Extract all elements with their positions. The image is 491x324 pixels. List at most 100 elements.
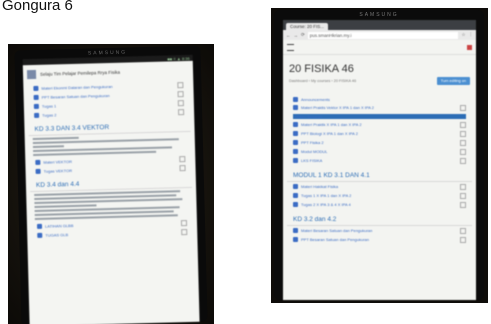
list-item[interactable]: Announcements [283, 95, 476, 103]
file-icon [293, 149, 298, 154]
caption: Gongura 6 [2, 0, 73, 14]
hamburger-icon[interactable] [287, 43, 294, 51]
url-input[interactable]: pus.smanHkrian.my.i [307, 31, 459, 39]
list-item[interactable]: Tugas 1 X IPA 1 dan X IPA 2 [283, 191, 476, 200]
checkbox[interactable] [460, 192, 466, 199]
list-item-label: PPT Besaran Satuan dan Pengukuran [301, 237, 369, 242]
section-title: KD 3.2 dan 4.2 [287, 209, 472, 226]
list-item[interactable]: Modul MODUL [283, 147, 476, 156]
checkbox[interactable] [460, 157, 466, 164]
reload-icon[interactable]: ⟳ [301, 32, 305, 38]
notification-icon[interactable] [467, 44, 472, 50]
assignment-icon [35, 168, 41, 174]
tablet-left: SAMSUNG ■■ ≡ ▲ 8:36 Selaju Tim Pelajar P… [14, 45, 208, 324]
list-item[interactable]: Materi Besaran Satuan dan Pengukuran [283, 226, 476, 235]
list-item-label: TUGAS GLB [45, 232, 69, 238]
photo-left: SAMSUNG ■■ ≡ ▲ 8:36 Selaju Tim Pelajar P… [8, 44, 214, 324]
list-item[interactable]: LKS FISIKA [283, 156, 476, 165]
checkbox[interactable] [460, 201, 466, 208]
tablet-screen-right: Course: 20 FIS... ← → ⟳ pus.smanHkrian.m… [283, 20, 476, 300]
checkbox[interactable] [177, 81, 184, 88]
file-icon [35, 159, 41, 165]
list-item[interactable]: Materi Praktis Vektor X IPA 1 dan X IPA … [283, 103, 476, 112]
browser-tab-bar: Course: 20 FIS... [283, 20, 476, 30]
list-item-label: Materi Besaran Satuan dan Pengukuran [301, 228, 373, 233]
checkbox[interactable] [180, 219, 188, 226]
breadcrumb[interactable]: Dashboard › My courses › 20 FISIKA 46 [289, 79, 356, 83]
avatar-icon [26, 69, 37, 80]
forum-icon [293, 96, 298, 102]
checkbox[interactable] [460, 183, 466, 190]
list-item-label: Materi Praktik X IPA 1 dan X IPA 2 [301, 122, 362, 127]
section-description [34, 190, 189, 221]
list-item[interactable]: PPT Besaran Satuan dan Pengukuran [283, 235, 476, 244]
list-item-label: Announcements [301, 96, 330, 102]
checkbox[interactable] [460, 130, 466, 137]
file-icon [33, 94, 39, 100]
top-list: Announcements Materi Praktis Vektor X IP… [283, 95, 476, 165]
checkbox[interactable] [177, 90, 184, 97]
menu-dots-icon[interactable]: ⋮ [469, 32, 474, 38]
device-brand-right: SAMSUNG [359, 12, 399, 18]
list-item-label: Tugas 2 X IPA 3 & 4 X IPA 4 [301, 202, 351, 207]
list-item-label: LKS FISIKA [301, 158, 323, 163]
checkbox[interactable] [460, 227, 466, 234]
forward-icon[interactable]: → [294, 33, 299, 38]
file-icon [293, 228, 298, 233]
checkbox[interactable] [177, 99, 184, 106]
list-item[interactable]: PPT Biologi X IPA 1 dan X IPA 2 [283, 129, 476, 138]
assignment-icon [37, 232, 43, 238]
browser-tab[interactable]: Course: 20 FIS... [286, 23, 329, 30]
list-item-label: Modul MODUL [301, 149, 328, 154]
list-item[interactable]: PPT Fisika 2 [283, 138, 476, 147]
assignment-icon [33, 103, 39, 109]
list-item-label: Tugas 1 X IPA 1 dan X IPA 2 [301, 193, 352, 198]
edit-toggle-button[interactable]: Turn editing on [436, 77, 470, 85]
list-item-label: Materi Hakikat Fisika [301, 184, 339, 189]
list-item-label: PPT Biologi X IPA 1 dan X IPA 2 [301, 131, 358, 136]
page-header-text: Selaju Tim Pelajar Pemilepa Rrya Fisika [39, 69, 121, 77]
assignment-icon [34, 112, 40, 118]
site-header [283, 40, 476, 55]
checkbox[interactable] [179, 155, 186, 162]
assignment-icon [293, 202, 298, 207]
breadcrumb-bar: Dashboard › My courses › 20 FISIKA 46 Tu… [283, 77, 476, 85]
file-icon [293, 237, 298, 242]
file-icon [293, 122, 298, 127]
section-title: KD 3.3 DAN 3.4 VEKTOR [28, 115, 191, 137]
checkbox[interactable] [460, 148, 466, 155]
checkbox[interactable] [460, 121, 466, 128]
checkbox[interactable] [181, 228, 188, 235]
section-title: MODUL 1 KD 3.1 DAN 4.1 [287, 165, 472, 182]
section-title: KD 3.4 dan 4.4 [29, 171, 193, 193]
file-icon [293, 184, 298, 189]
checkbox[interactable] [179, 164, 186, 171]
tablet-screen-left: ■■ ≡ ▲ 8:36 Selaju Tim Pelajar Pemilepa … [22, 54, 200, 324]
list-item-label-highlighted: Materi Besaran [293, 113, 466, 119]
url-bar: ← → ⟳ pus.smanHkrian.my.i ☆ ⋮ [283, 30, 476, 40]
list-item[interactable]: Tugas 2 X IPA 3 & 4 X IPA 4 [283, 200, 476, 209]
list-item[interactable]: Materi Besaran [283, 112, 476, 120]
list-item-label: PPT Fisika 2 [301, 140, 324, 145]
file-icon [293, 131, 298, 136]
list-item-label: Materi Praktis Vektor X IPA 1 dan X IPA … [301, 105, 374, 110]
file-icon [293, 140, 298, 145]
assignment-icon [293, 193, 298, 198]
quiz-icon [36, 223, 43, 229]
file-icon [33, 85, 39, 91]
top-list: Materi Ekonmi Dalaran dan Pengukuran PPT… [23, 80, 194, 120]
checkbox[interactable] [460, 104, 466, 111]
photo-right: SAMSUNG Course: 20 FIS... ← → ⟳ pus.sman… [271, 8, 488, 303]
checkbox[interactable] [178, 108, 185, 115]
course-title: 20 FISIKA 46 [289, 63, 354, 75]
section-description [32, 134, 187, 157]
tablet-right: SAMSUNG Course: 20 FIS... ← → ⟳ pus.sman… [274, 10, 484, 300]
list-item[interactable]: Materi Hakikat Fisika [283, 182, 476, 191]
star-icon[interactable]: ☆ [461, 32, 465, 38]
checkbox[interactable] [460, 139, 466, 146]
checkbox[interactable] [460, 236, 466, 243]
file-icon [293, 158, 298, 163]
file-icon [293, 105, 298, 110]
back-icon[interactable]: ← [286, 33, 291, 38]
list-item[interactable]: Materi Praktik X IPA 1 dan X IPA 2 [283, 120, 476, 129]
